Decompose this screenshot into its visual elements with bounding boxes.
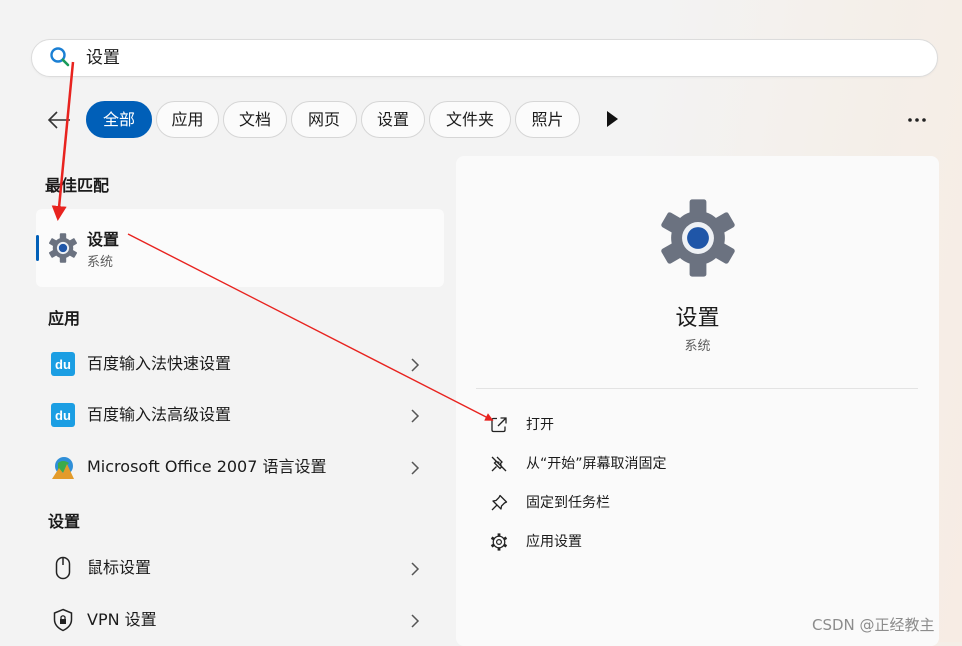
chevron-right-icon[interactable] xyxy=(409,613,421,629)
svg-text:du: du xyxy=(55,357,71,372)
more-options-icon[interactable] xyxy=(905,110,929,130)
settings-gear-icon xyxy=(661,199,735,277)
gear-icon xyxy=(490,533,508,551)
app-item-office-language-settings[interactable]: Microsoft Office 2007 语言设置 xyxy=(87,456,327,478)
best-match-subtitle: 系统 xyxy=(87,255,114,270)
filter-chip-apps[interactable]: 应用 xyxy=(156,101,219,138)
app-item-baidu-advanced-settings[interactable]: 百度输入法高级设置 xyxy=(87,404,231,426)
action-unpin-from-start[interactable]: 从“开始”屏幕取消固定 xyxy=(526,454,667,474)
chevron-right-icon[interactable] xyxy=(409,561,421,577)
filter-chip-folders[interactable]: 文件夹 xyxy=(429,101,511,138)
best-match-name: 设置 xyxy=(87,230,120,249)
app-item-baidu-quick-settings[interactable]: 百度输入法快速设置 xyxy=(87,353,231,375)
filter-chip-settings[interactable]: 设置 xyxy=(361,101,425,138)
office-language-icon xyxy=(52,457,74,479)
selection-indicator xyxy=(36,235,39,261)
setting-item-mouse[interactable]: 鼠标设置 xyxy=(87,557,151,579)
back-arrow-icon[interactable] xyxy=(46,108,72,132)
mouse-icon xyxy=(55,556,71,580)
filter-chip-photos[interactable]: 照片 xyxy=(515,101,580,138)
search-input[interactable]: 设置 xyxy=(86,47,120,69)
preview-title: 设置 xyxy=(675,306,720,331)
baidu-du-icon: du xyxy=(51,352,75,376)
best-match-heading: 最佳匹配 xyxy=(45,176,110,195)
chevron-right-icon[interactable] xyxy=(409,460,421,476)
chevron-right-icon[interactable] xyxy=(409,408,421,424)
settings-heading: 设置 xyxy=(48,512,81,531)
chevron-right-icon[interactable] xyxy=(409,357,421,373)
baidu-du-icon: du xyxy=(51,403,75,427)
settings-gear-icon xyxy=(49,233,77,263)
search-box[interactable] xyxy=(31,39,938,77)
pin-icon xyxy=(491,494,508,511)
unpin-icon xyxy=(491,456,507,472)
filter-chip-web[interactable]: 网页 xyxy=(291,101,357,138)
search-icon xyxy=(50,47,70,67)
shield-icon xyxy=(53,608,73,632)
action-pin-to-taskbar[interactable]: 固定到任务栏 xyxy=(526,493,610,513)
svg-text:du: du xyxy=(55,408,71,423)
filter-chip-all[interactable]: 全部 xyxy=(86,101,152,138)
preview-subtitle: 系统 xyxy=(684,339,711,354)
preview-divider xyxy=(476,388,918,389)
open-external-icon xyxy=(491,417,507,433)
apps-heading: 应用 xyxy=(48,309,81,328)
filter-chip-documents[interactable]: 文档 xyxy=(223,101,287,138)
play-right-icon[interactable] xyxy=(604,109,620,129)
watermark: CSDN @正经教主 xyxy=(812,616,935,634)
action-open[interactable]: 打开 xyxy=(526,415,554,435)
action-app-settings[interactable]: 应用设置 xyxy=(526,532,582,552)
setting-item-vpn[interactable]: VPN 设置 xyxy=(87,609,157,631)
